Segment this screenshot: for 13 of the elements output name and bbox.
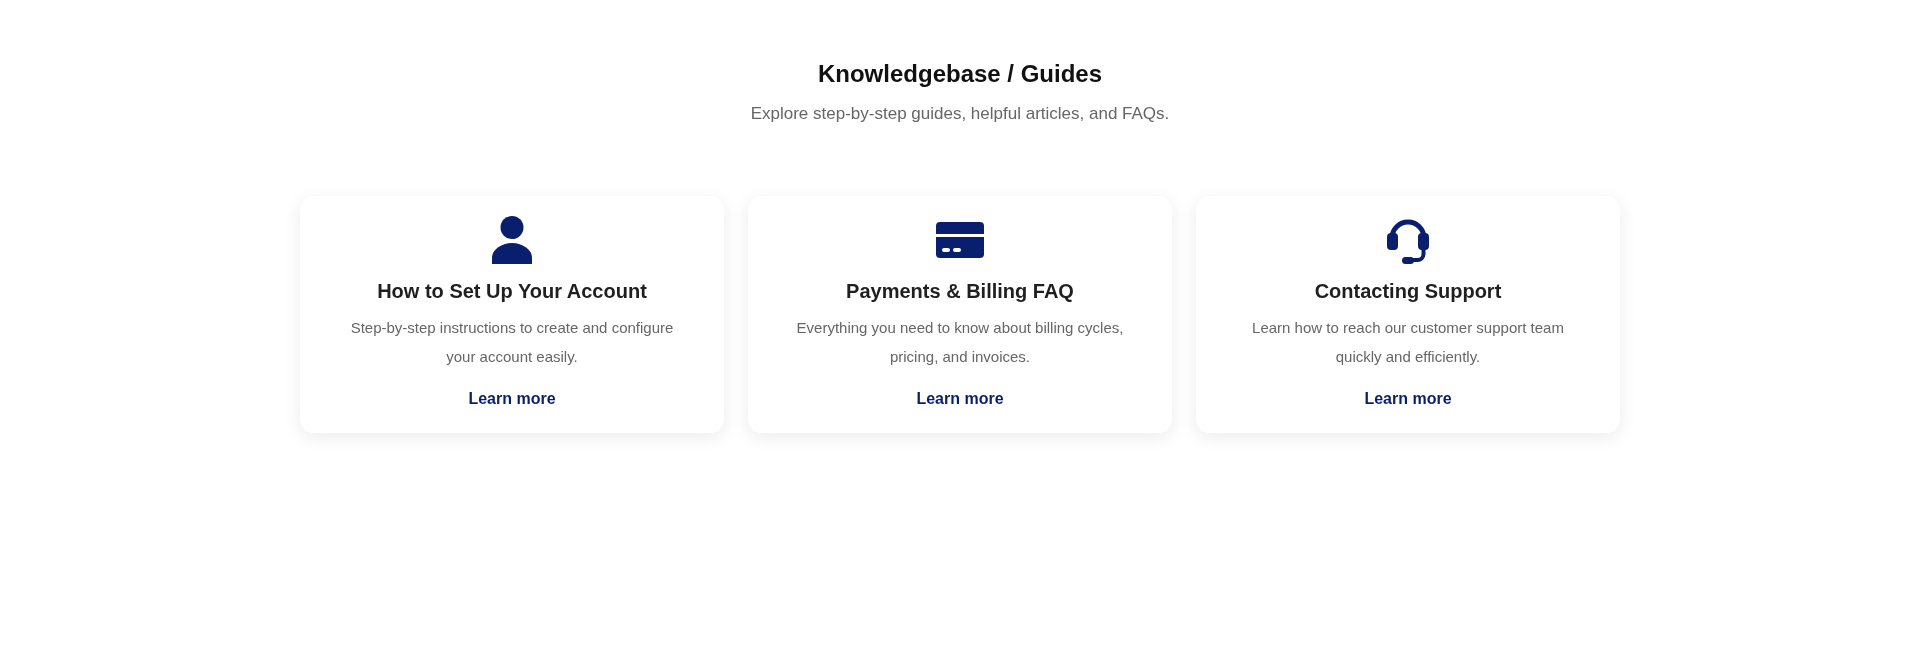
card-description: Everything you need to know about billing cycles, pricing, and invoices. [795,318,1125,367]
card-description: Learn how to reach our customer support team quickly and efficiently. [1251,318,1565,367]
learn-more-link[interactable]: Learn more [468,387,556,411]
learn-more-link[interactable]: Learn more [916,387,1004,411]
card-title: Contacting Support [1314,279,1502,304]
card-title: Payments & Billing FAQ [846,279,1074,304]
card-title: How to Set Up Your Account [377,279,647,304]
learn-more-link[interactable]: Learn more [1364,387,1452,411]
credit-card-icon [936,222,984,258]
person-icon [492,216,532,264]
page-subtitle: Explore step-by-step guides, helpful articles, and FAQs. [750,103,1170,125]
page-title: Knowledgebase / Guides [817,59,1103,89]
card-description: Step-by-step instructions to create and configure your account easily. [349,318,675,367]
